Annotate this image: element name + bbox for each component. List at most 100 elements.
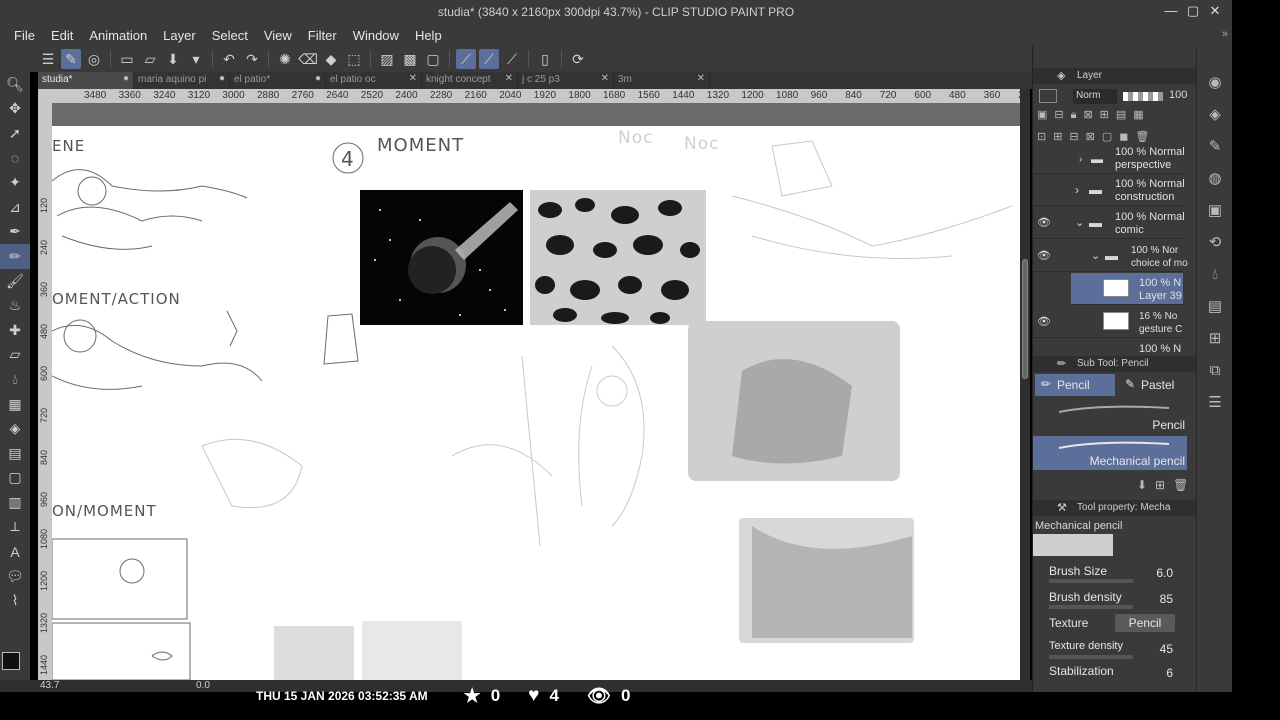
gradient-tool-icon[interactable]: ▤ — [0, 441, 30, 466]
history-icon[interactable]: ⟲ — [1197, 226, 1233, 258]
maximize-button[interactable]: ▢ — [1182, 3, 1204, 19]
layer-folder-construction[interactable]: › ▬ 100 % Normal construction — [1033, 174, 1185, 206]
snap-grid-icon[interactable]: ⟋ — [502, 49, 522, 69]
tab-studia[interactable]: studia* ● — [38, 72, 134, 89]
eye-icon[interactable]: 👁︎ — [1037, 315, 1051, 328]
menu-window[interactable]: Window — [345, 28, 407, 43]
clear-icon[interactable]: ⌫ — [298, 49, 318, 69]
layer-39[interactable]: 100 % N Layer 39 — [1071, 273, 1183, 305]
layer-folder-perspective[interactable]: › ▬ 100 % Normal perspective — [1033, 146, 1185, 174]
prop-brush-size[interactable]: Brush Size 6.0 — [1033, 562, 1187, 586]
rotation-value[interactable]: 0.0 — [196, 680, 210, 691]
tab-close-icon[interactable]: ✕ — [409, 73, 417, 84]
eraser-tool-icon[interactable]: ▱ — [0, 343, 30, 368]
ruler-tool-icon[interactable]: ⟂ — [0, 515, 30, 540]
opacity-slider[interactable] — [1123, 92, 1163, 101]
texture-select[interactable]: Pencil — [1115, 614, 1175, 632]
layer-gesture[interactable]: 👁︎ 16 % No gesture C — [1033, 306, 1183, 338]
opacity-value[interactable]: 100 — [1169, 89, 1187, 101]
pen-tool-icon[interactable]: ✒ — [0, 220, 30, 245]
material-icon[interactable]: ▣ — [1197, 194, 1233, 226]
eye-icon[interactable]: 👁︎ — [1037, 216, 1051, 229]
fill-tool-icon[interactable]: ◈ — [0, 416, 30, 441]
canvas-paper[interactable]: ENE 4 MOMENT OMENT/ACTION ON/MOMENT Noc … — [52, 126, 1020, 680]
auto-select-icon[interactable]: ✦ — [0, 170, 30, 195]
tab-close-icon[interactable]: ● — [219, 73, 225, 84]
tab-close-icon[interactable]: ✕ — [601, 73, 609, 84]
prop-brush-density[interactable]: Brush density 85 — [1033, 588, 1187, 612]
layers-icon[interactable]: ◈ — [1197, 98, 1233, 130]
move-tool-icon[interactable]: ✥ — [0, 97, 30, 122]
open-file-icon[interactable]: ▱ — [140, 49, 160, 69]
menu-edit[interactable]: Edit — [43, 28, 81, 43]
blend-tool-icon[interactable]: 💧︎ — [0, 367, 30, 392]
subtool-tab-pencil[interactable]: ✏ Pencil — [1035, 374, 1115, 396]
smartphone-icon[interactable]: ▯ — [535, 49, 555, 69]
transform-icon[interactable]: ⬚ — [344, 49, 364, 69]
tab-jc25p3[interactable]: j c 25 p3 ✕ — [518, 72, 614, 89]
operation-tool-icon[interactable]: ➚ — [0, 121, 30, 146]
canvas-vertical-scrollbar[interactable] — [1020, 89, 1030, 680]
reference-image-comet[interactable] — [360, 190, 523, 325]
blend-mode-select[interactable]: Norm — [1073, 89, 1117, 104]
menu-icon[interactable]: ☰ — [38, 49, 58, 69]
brush-size-icon[interactable]: ✎ — [1197, 130, 1233, 162]
prop-texture-density[interactable]: Texture density 45 — [1033, 638, 1187, 662]
loading-icon[interactable]: ✺ — [275, 49, 295, 69]
lasso-tool-icon[interactable]: ◌ — [0, 146, 30, 171]
tab-el-patio[interactable]: el patio* ● — [230, 72, 326, 89]
menu-filter[interactable]: Filter — [300, 28, 345, 43]
clip-studio-icon[interactable]: ◎ — [84, 49, 104, 69]
airbrush-tool-icon[interactable]: ♨ — [0, 293, 30, 318]
frame-border-icon[interactable]: ▥ — [0, 490, 30, 515]
main-color[interactable] — [2, 652, 20, 670]
search-layer-icon[interactable]: ⊞ — [1197, 322, 1233, 354]
tab-close-icon[interactable]: ✕ — [505, 73, 513, 84]
text-tool-icon[interactable]: A — [0, 539, 30, 564]
layer-folder-choice[interactable]: 👁︎ ⌄ ▬ 100 % Nor choice of mo — [1033, 240, 1188, 272]
eyedropper-icon[interactable]: ⊿ — [0, 195, 30, 220]
subtool-actions[interactable]: ⬇⊞🗑︎ — [1137, 478, 1196, 492]
zoom-value[interactable]: 43.7 — [40, 680, 59, 691]
tab-knight-concept[interactable]: knight concept ✕ — [422, 72, 518, 89]
layer-toolbar-row-2[interactable]: ⊡⊞⊟⊠▢◼🗑︎ — [1037, 130, 1195, 146]
hide-selection-icon[interactable]: ▨ — [377, 49, 397, 69]
snap-special-ruler-icon[interactable]: ⟋ — [479, 49, 499, 69]
layer-toolbar-row-1[interactable]: ▣⊟🔒︎⊠⊞▤▦ — [1037, 108, 1195, 124]
eye-icon[interactable]: 👁︎ — [1037, 249, 1051, 262]
brush-pencil[interactable]: Pencil — [1033, 400, 1187, 434]
layer-folder-comic[interactable]: 👁︎ ⌄ ▬ 100 % Normal comic — [1033, 207, 1185, 239]
menu-help[interactable]: Help — [407, 28, 450, 43]
new-file-icon[interactable]: ▭ — [117, 49, 137, 69]
brush-mechanical-pencil[interactable]: Mechanical pencil — [1033, 436, 1187, 470]
undo-icon[interactable]: ↶ — [219, 49, 239, 69]
menu-view[interactable]: View — [256, 28, 300, 43]
decoration-tool-icon[interactable]: ✚ — [0, 318, 30, 343]
reference-image-texture[interactable] — [530, 190, 706, 325]
tab-el-patio-oc[interactable]: el patio oc ✕ — [326, 72, 422, 89]
fill-icon[interactable]: ◆ — [321, 49, 341, 69]
crop-icon[interactable]: ▩ — [400, 49, 420, 69]
subtool-tab-pastel[interactable]: ✎ Pastel — [1119, 374, 1189, 396]
tab-maria-aquino[interactable]: maria aquino pi ● — [134, 72, 230, 89]
brush-tool-icon[interactable]: 🖌︎ — [0, 269, 30, 294]
layer-bottom[interactable]: 100 % N — [1033, 339, 1183, 352]
stack-icon[interactable]: ⧉ — [1197, 354, 1233, 386]
pencil-tool-icon[interactable]: ✏ — [0, 244, 30, 269]
companion-icon[interactable]: ⟳ — [568, 49, 588, 69]
export-dropdown-icon[interactable]: ▾ — [186, 49, 206, 69]
save-icon[interactable]: ⬇ — [163, 49, 183, 69]
prop-texture[interactable]: Texture Pencil — [1033, 614, 1187, 638]
tab-close-icon[interactable]: ● — [315, 73, 321, 84]
color-swatch[interactable] — [2, 652, 28, 678]
snap-ruler-icon[interactable]: ⟋ — [456, 49, 476, 69]
prop-stabilization[interactable]: Stabilization 6 — [1033, 662, 1187, 686]
tab-3m[interactable]: 3m ✕ — [614, 72, 710, 89]
menu-file[interactable]: File — [6, 28, 43, 43]
tab-close-icon[interactable]: ● — [123, 73, 129, 84]
redo-icon[interactable]: ↷ — [242, 49, 262, 69]
navigator-icon[interactable]: ◉ — [1197, 66, 1233, 98]
minimize-button[interactable]: — — [1160, 3, 1182, 19]
tab-close-icon[interactable]: ✕ — [697, 73, 705, 84]
list-icon[interactable]: ☰ — [1197, 386, 1233, 418]
